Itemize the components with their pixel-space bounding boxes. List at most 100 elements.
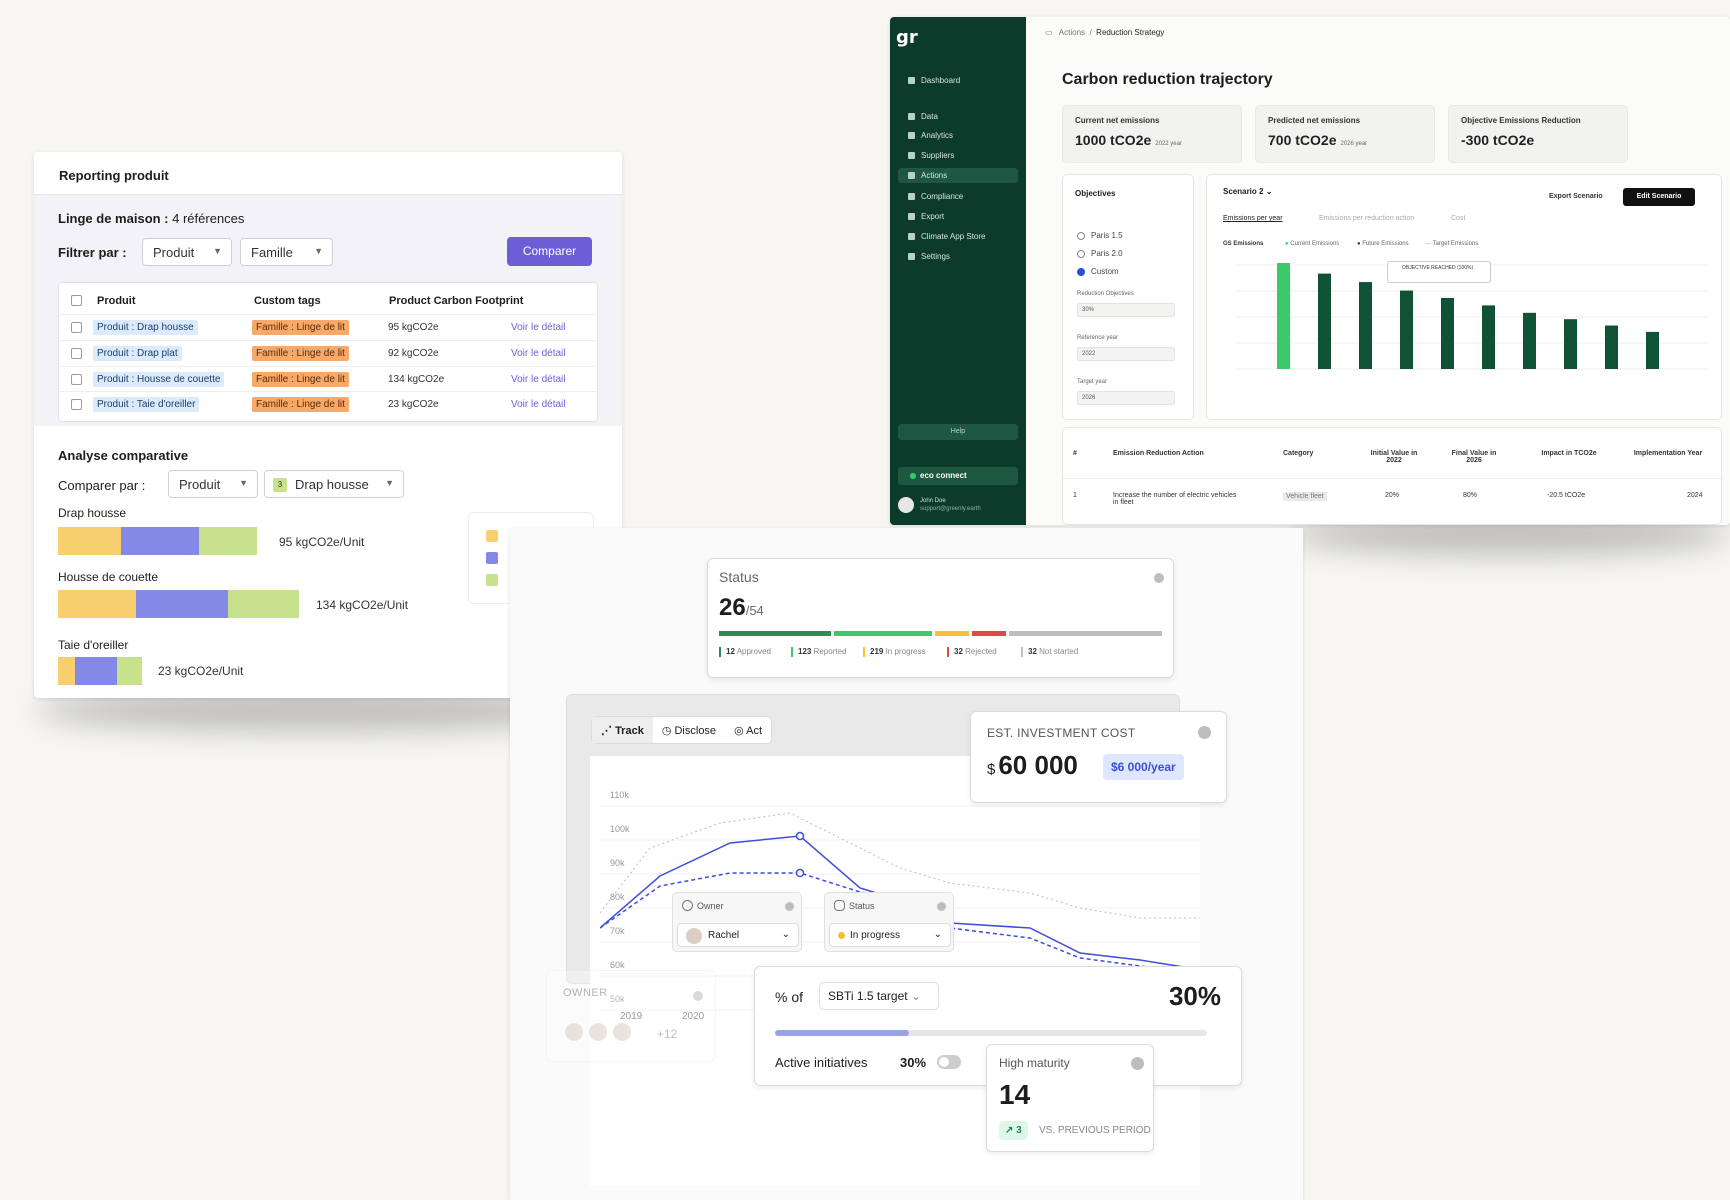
status-dropdown: Status In progress ⌄ [824, 892, 954, 952]
owner-select[interactable]: Rachel ⌄ [677, 923, 799, 947]
breadcrumb-separator: / [1089, 28, 1092, 37]
user-icon [682, 900, 693, 911]
compare-item-select[interactable]: 3 Drap housse ▼ [264, 470, 404, 498]
trajectory-panel: gr Dashboard Data Analytics Suppliers Ac… [890, 17, 1730, 525]
info-icon [1198, 726, 1211, 739]
objectives-title: Objectives [1075, 189, 1116, 198]
avatar [686, 928, 702, 944]
suppliers-icon [908, 152, 915, 159]
reference-year-input[interactable]: 2022 [1077, 347, 1175, 361]
sidebar-item-compliance[interactable]: Compliance [908, 192, 963, 201]
filter-product-select[interactable]: Produit ▼ [142, 238, 232, 266]
sidebar-item-actions[interactable]: Actions [898, 168, 1018, 183]
row-checkbox[interactable] [71, 348, 82, 359]
footprint-bar [58, 590, 300, 618]
clock-icon: ◷ [661, 725, 672, 737]
data-icon [908, 113, 915, 120]
sidebar-item-suppliers[interactable]: Suppliers [908, 151, 954, 160]
investment-value: $60 000 [987, 750, 1078, 780]
product-tag: Produit : Drap plat [93, 346, 182, 361]
sidebar-item-settings[interactable]: Settings [908, 252, 950, 261]
kpi-card: Current net emissions 1000 tCO2e 2022 yea… [1062, 105, 1242, 163]
target-year-input[interactable]: 2026 [1077, 391, 1175, 405]
product-table: Produit Custom tags Product Carbon Footp… [58, 282, 599, 422]
tab-disclose[interactable]: ◷ Disclose [653, 717, 725, 743]
emission-bar [1605, 325, 1618, 369]
legend-title: GS Emissions [1223, 241, 1264, 247]
logo-icon: gr [896, 27, 918, 48]
panel-toggle-icon[interactable]: ▭ [1045, 28, 1053, 37]
tab-cost[interactable]: Cost [1451, 215, 1465, 222]
table-row: Produit : Taie d'oreiller Famille : Ling… [59, 391, 599, 416]
objective-option[interactable]: Custom [1077, 267, 1119, 276]
objective-option[interactable]: Paris 1.5 [1077, 231, 1123, 240]
sidebar-item-export[interactable]: Export [908, 212, 944, 221]
status-dot-icon [910, 473, 916, 479]
status-select[interactable]: In progress ⌄ [829, 923, 951, 947]
sidebar: gr Dashboard Data Analytics Suppliers Ac… [890, 17, 1026, 525]
field-label: Reference year [1077, 335, 1119, 341]
family-tag: Famille : Linge de lit [252, 397, 349, 412]
field-label: Reduction Objectives [1077, 291, 1134, 297]
status-legend-item: 219 In progress [863, 647, 926, 657]
scenario-select[interactable]: Scenario 2 ⌄ [1223, 187, 1272, 196]
kpi-card: Objective Emissions Reduction -300 tCO2e [1448, 105, 1628, 163]
owner-dropdown: Owner Rachel ⌄ [672, 892, 802, 952]
sidebar-item-dashboard[interactable]: Dashboard [908, 76, 960, 85]
tab-track[interactable]: ⋰ Track [592, 717, 653, 743]
footprint-value: 134 kgCO2e [388, 374, 445, 385]
emission-bar [1359, 282, 1372, 369]
reduction-input[interactable]: 30% [1077, 303, 1175, 317]
gear-icon [908, 253, 915, 260]
owner-label: Owner [697, 901, 724, 911]
column-header: Produit [97, 295, 136, 307]
emission-bar [1523, 312, 1536, 369]
cloud-icon [834, 900, 845, 911]
edit-scenario-button[interactable]: Edit Scenario [1623, 188, 1695, 206]
info-icon [1131, 1057, 1144, 1070]
row-checkbox[interactable] [71, 322, 82, 333]
ecoconnect-button[interactable]: eco connect [898, 467, 1018, 485]
chevron-down-icon: ⌄ [1265, 187, 1273, 196]
kpi-value: 700 tCO2e 2026 year [1268, 132, 1368, 148]
sbti-target-select[interactable]: SBTi 1.5 target ⌄ [819, 982, 939, 1010]
tab-act[interactable]: ◎ Act [725, 717, 771, 743]
detail-link[interactable]: Voir le détail [511, 374, 565, 385]
detail-link[interactable]: Voir le détail [511, 399, 565, 410]
data-point[interactable] [795, 868, 805, 878]
status-legend-item: 32 Not started [1021, 647, 1078, 657]
row-checkbox[interactable] [71, 399, 82, 410]
tab-emissions-per-year[interactable]: Emissions per year [1223, 215, 1283, 222]
investment-title: EST. INVESTMENT COST [987, 726, 1136, 740]
emission-bar [1400, 290, 1413, 369]
table-row: Produit : Housse de couette Famille : Li… [59, 366, 599, 391]
legend-swatch [486, 552, 498, 564]
tab-emissions-per-action[interactable]: Emissions per reduction action [1319, 215, 1414, 222]
status-segment [971, 631, 1006, 636]
compare-by-select[interactable]: Produit ▼ [168, 470, 258, 498]
table-cell: 20% [1385, 492, 1400, 499]
column-header: # [1073, 450, 1077, 457]
investment-card: EST. INVESTMENT COST $60 000 $6 000/year [970, 711, 1227, 803]
sidebar-item-data[interactable]: Data [908, 112, 938, 121]
select-all-checkbox[interactable] [71, 295, 82, 306]
column-header: Impact in TCO2e [1541, 450, 1597, 457]
status-segment [935, 631, 969, 636]
sidebar-item-climate-app-store[interactable]: Climate App Store [908, 232, 985, 241]
bar-segment [116, 657, 142, 685]
active-initiatives-label: Active initiatives [775, 1055, 868, 1070]
x-tick: 2020 [682, 1011, 705, 1022]
active-initiatives-toggle[interactable] [937, 1055, 961, 1069]
help-button[interactable]: Help [898, 424, 1018, 440]
objective-option[interactable]: Paris 2.0 [1077, 249, 1123, 258]
row-checkbox[interactable] [71, 374, 82, 385]
sidebar-item-analytics[interactable]: Analytics [908, 131, 953, 140]
chevron-down-icon: ⌄ [910, 989, 921, 1003]
detail-link[interactable]: Voir le détail [511, 348, 565, 359]
export-scenario-button[interactable]: Export Scenario [1549, 193, 1603, 200]
breadcrumb-item[interactable]: Actions [1059, 28, 1085, 37]
filter-family-select[interactable]: Famille ▼ [240, 238, 333, 266]
compare-button[interactable]: Comparer [507, 237, 592, 266]
data-point[interactable] [795, 831, 805, 841]
detail-link[interactable]: Voir le détail [511, 322, 565, 333]
